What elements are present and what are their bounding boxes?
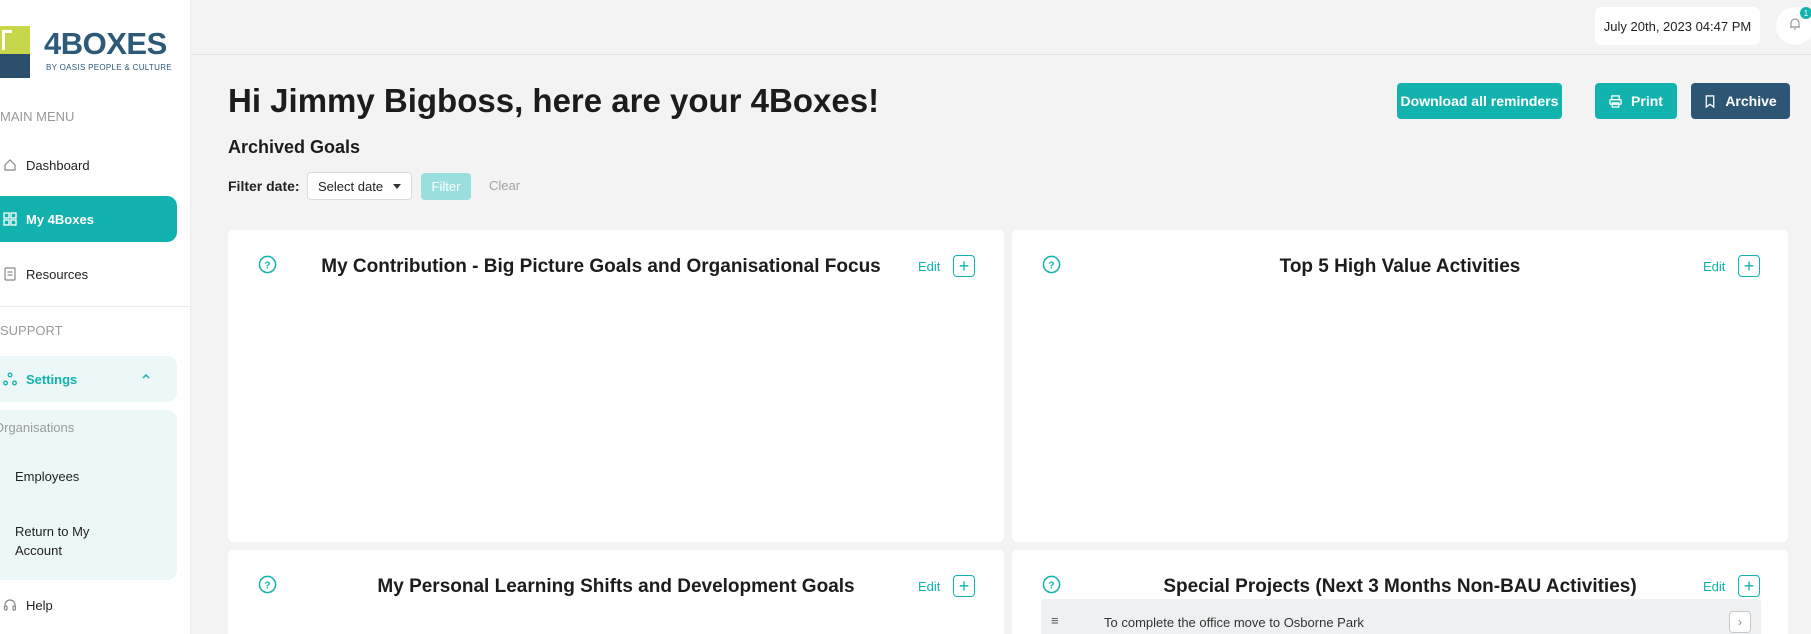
- submenu-item-employees[interactable]: Employees: [15, 467, 79, 486]
- download-reminders-label: Download all reminders: [1400, 93, 1559, 109]
- page-subtitle: Archived Goals: [228, 137, 361, 157]
- card-add-button[interactable]: +: [1738, 255, 1760, 277]
- brand-logo[interactable]: 4BOXES BY OASIS PEOPLE & CULTURE: [0, 22, 190, 78]
- document-icon: [2, 266, 18, 282]
- print-label: Print: [1631, 93, 1663, 109]
- support-label: SUPPORT: [0, 323, 63, 338]
- sidebar: 4BOXES BY OASIS PEOPLE & CULTURE MAIN ME…: [0, 0, 191, 634]
- bookmark-icon: [1704, 94, 1716, 108]
- printer-icon: [1609, 94, 1622, 108]
- date-select-value: Select date: [318, 178, 384, 194]
- card-edit-link[interactable]: Edit: [918, 579, 940, 594]
- sidebar-item-label: My 4Boxes: [26, 211, 94, 227]
- bell-icon: [1788, 17, 1802, 36]
- chevron-right-icon[interactable]: ›: [1729, 611, 1751, 633]
- plus-icon: +: [958, 256, 970, 276]
- card-edit-link[interactable]: Edit: [918, 259, 940, 274]
- card-title: Special Projects (Next 3 Months Non-BAU …: [1163, 576, 1637, 597]
- date-select[interactable]: Select date: [307, 172, 412, 200]
- sidebar-item-resources[interactable]: Resources: [0, 251, 177, 297]
- sidebar-item-label: Dashboard: [26, 157, 90, 173]
- sidebar-item-label: Settings: [26, 371, 78, 387]
- brand-name: 4BOXES: [44, 26, 167, 61]
- card-add-button[interactable]: +: [953, 255, 975, 277]
- print-button[interactable]: Print: [1595, 83, 1677, 119]
- card-top-5-activities: ? Top 5 High Value Activities Edit +: [1012, 230, 1788, 542]
- archive-label: Archive: [1725, 93, 1777, 109]
- filter-date-label: Filter date:: [228, 178, 300, 194]
- sidebar-item-my-4boxes[interactable]: My 4Boxes: [0, 196, 177, 242]
- sidebar-item-label: Resources: [26, 266, 89, 282]
- plus-icon: +: [1743, 576, 1755, 596]
- organisations-label: Organisations: [0, 420, 75, 435]
- list-item[interactable]: ≡ To complete the office move to Osborne…: [1041, 599, 1761, 634]
- card-title: My Contribution - Big Picture Goals and …: [321, 256, 881, 277]
- sidebar-item-settings[interactable]: Settings: [0, 356, 177, 402]
- notification-badge: 1: [1800, 7, 1811, 19]
- grid-icon: [2, 211, 18, 227]
- main-menu-label: MAIN MENU: [0, 109, 75, 124]
- download-reminders-button[interactable]: Download all reminders: [1397, 83, 1562, 119]
- archive-button[interactable]: Archive: [1691, 83, 1790, 119]
- settings-nodes-icon: [2, 371, 18, 387]
- submenu-item-return-to-account[interactable]: Return to My Account: [15, 522, 135, 560]
- chevron-up-icon: [141, 370, 151, 384]
- current-datetime: July 20th, 2023 04:47 PM: [1595, 7, 1760, 45]
- card-title: Top 5 High Value Activities: [1279, 256, 1521, 277]
- plus-icon: +: [1743, 256, 1755, 276]
- clear-button[interactable]: Clear: [489, 178, 520, 193]
- drag-handle-icon[interactable]: ≡: [1051, 613, 1059, 628]
- settings-submenu: Organisations Employees Return to My Acc…: [0, 410, 177, 580]
- sidebar-item-label: Help: [26, 597, 53, 613]
- caret-down-icon: [393, 184, 401, 189]
- card-edit-link[interactable]: Edit: [1703, 259, 1725, 274]
- card-title: My Personal Learning Shifts and Developm…: [377, 576, 855, 597]
- card-add-button[interactable]: +: [953, 575, 975, 597]
- card-edit-link[interactable]: Edit: [1703, 579, 1725, 594]
- home-icon: [2, 157, 18, 173]
- plus-icon: +: [958, 576, 970, 596]
- logo-mark: [0, 26, 30, 78]
- card-add-button[interactable]: +: [1738, 575, 1760, 597]
- sidebar-divider: [0, 306, 190, 307]
- sidebar-item-help[interactable]: Help: [0, 582, 177, 628]
- project-text: To complete the office move to Osborne P…: [1104, 615, 1364, 630]
- top-bar: [191, 0, 1811, 55]
- card-special-projects: ? Special Projects (Next 3 Months Non-BA…: [1012, 550, 1788, 634]
- page-greeting: Hi Jimmy Bigboss, here are your 4Boxes!: [228, 82, 880, 119]
- filter-button[interactable]: Filter: [421, 173, 471, 200]
- brand-tagline: BY OASIS PEOPLE & CULTURE: [46, 63, 172, 72]
- card-my-contribution: ? My Contribution - Big Picture Goals an…: [228, 230, 1004, 542]
- card-learning-shifts: ? My Personal Learning Shifts and Develo…: [228, 550, 1004, 634]
- headset-icon: [2, 597, 18, 613]
- sidebar-item-dashboard[interactable]: Dashboard: [0, 142, 177, 188]
